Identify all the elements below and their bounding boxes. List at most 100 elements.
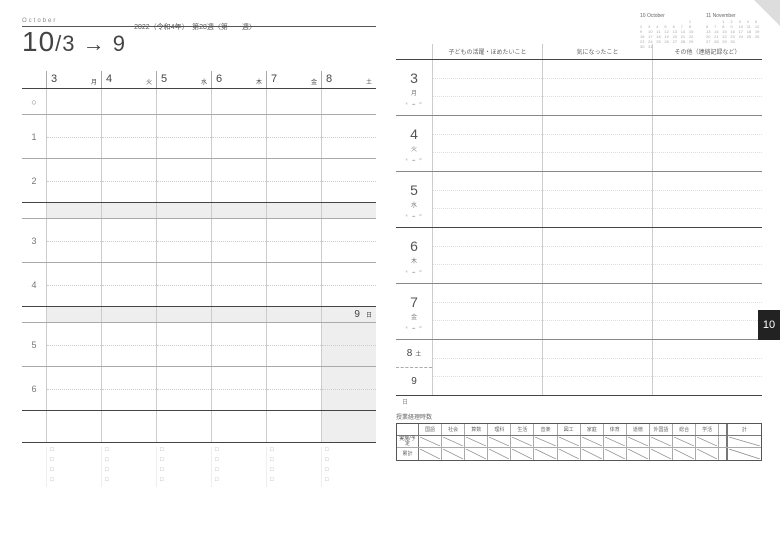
subject-cell[interactable] (627, 448, 650, 460)
period-cell[interactable] (211, 203, 266, 218)
period-cell[interactable] (101, 411, 156, 442)
period-cell[interactable] (211, 159, 266, 202)
subject-cell[interactable] (511, 436, 534, 447)
checkbox-cell[interactable]: □ (156, 457, 211, 467)
period-cell[interactable] (266, 263, 321, 306)
note-cell[interactable] (432, 116, 542, 171)
checkbox-cell[interactable]: □ (101, 467, 156, 477)
period-cell[interactable] (156, 219, 211, 262)
subject-cell[interactable] (696, 448, 719, 460)
period-cell[interactable] (156, 89, 211, 114)
period-cell[interactable] (101, 307, 156, 322)
checkbox-cell[interactable]: □ (266, 477, 321, 487)
subject-cell[interactable] (419, 436, 442, 447)
period-cell[interactable] (321, 219, 376, 262)
checkbox-cell[interactable]: □ (46, 447, 101, 457)
period-cell[interactable] (321, 89, 376, 114)
checkbox-cell[interactable]: □ (101, 477, 156, 487)
period-cell[interactable] (101, 203, 156, 218)
note-cell[interactable] (432, 228, 542, 283)
period-cell[interactable] (156, 367, 211, 410)
subject-cell[interactable] (488, 436, 511, 447)
subject-cell[interactable] (558, 436, 581, 447)
period-cell[interactable] (266, 411, 321, 442)
period-cell[interactable] (321, 263, 376, 306)
period-cell[interactable] (266, 367, 321, 410)
period-cell[interactable]: 9日 (321, 307, 376, 322)
checkbox-cell[interactable]: □ (46, 467, 101, 477)
period-cell[interactable] (46, 367, 101, 410)
note-cell[interactable] (542, 60, 652, 115)
checkbox-cell[interactable]: □ (101, 457, 156, 467)
period-cell[interactable] (46, 411, 101, 442)
subject-cell[interactable] (511, 448, 534, 460)
period-cell[interactable] (156, 411, 211, 442)
period-cell[interactable] (266, 203, 321, 218)
checkbox-cell[interactable]: □ (211, 447, 266, 457)
period-cell[interactable] (211, 115, 266, 158)
subject-cell[interactable] (627, 436, 650, 447)
subject-cell[interactable] (534, 436, 557, 447)
period-cell[interactable] (211, 323, 266, 366)
checkbox-cell[interactable]: □ (211, 457, 266, 467)
checkbox-cell[interactable]: □ (46, 477, 101, 487)
subject-cell[interactable] (558, 448, 581, 460)
subject-cell[interactable] (419, 448, 442, 460)
checkbox-cell[interactable]: □ (156, 447, 211, 457)
period-cell[interactable] (46, 159, 101, 202)
month-tab[interactable]: 10 (758, 310, 780, 340)
period-cell[interactable] (156, 115, 211, 158)
period-cell[interactable] (321, 159, 376, 202)
subject-cell[interactable] (442, 448, 465, 460)
period-cell[interactable] (46, 263, 101, 306)
period-cell[interactable] (156, 203, 211, 218)
period-cell[interactable] (156, 159, 211, 202)
period-cell[interactable] (211, 367, 266, 410)
subject-cell[interactable] (604, 436, 627, 447)
checkbox-cell[interactable]: □ (266, 457, 321, 467)
period-cell[interactable] (321, 367, 376, 410)
period-cell[interactable] (46, 203, 101, 218)
period-cell[interactable] (211, 219, 266, 262)
period-cell[interactable] (211, 263, 266, 306)
period-cell[interactable] (321, 411, 376, 442)
period-cell[interactable] (156, 323, 211, 366)
note-cell[interactable] (432, 284, 542, 339)
subject-cell[interactable] (465, 436, 488, 447)
checkbox-cell[interactable]: □ (266, 447, 321, 457)
period-cell[interactable] (101, 115, 156, 158)
note-cell[interactable] (542, 116, 652, 171)
period-cell[interactable] (321, 115, 376, 158)
subject-cell[interactable] (696, 436, 719, 447)
period-cell[interactable] (321, 323, 376, 366)
period-cell[interactable] (211, 307, 266, 322)
period-cell[interactable] (266, 323, 321, 366)
note-cell[interactable] (652, 228, 762, 283)
subject-cell[interactable] (604, 448, 627, 460)
subject-cell[interactable] (488, 448, 511, 460)
period-cell[interactable] (266, 115, 321, 158)
period-cell[interactable] (46, 219, 101, 262)
note-cell[interactable] (652, 284, 762, 339)
note-cell[interactable] (432, 172, 542, 227)
subject-cell[interactable] (581, 448, 604, 460)
subject-cell[interactable] (534, 448, 557, 460)
period-cell[interactable] (211, 89, 266, 114)
subject-cell[interactable] (442, 436, 465, 447)
checkbox-cell[interactable]: □ (321, 457, 376, 467)
period-cell[interactable] (101, 323, 156, 366)
period-cell[interactable] (211, 411, 266, 442)
checkbox-cell[interactable]: □ (156, 477, 211, 487)
period-cell[interactable] (266, 219, 321, 262)
period-cell[interactable] (321, 203, 376, 218)
period-cell[interactable] (266, 89, 321, 114)
subject-cell[interactable] (650, 436, 673, 447)
period-cell[interactable] (46, 307, 101, 322)
checkbox-cell[interactable]: □ (266, 467, 321, 477)
note-cell[interactable] (542, 228, 652, 283)
period-cell[interactable] (46, 323, 101, 366)
subject-cell[interactable] (465, 448, 488, 460)
note-cell[interactable] (652, 60, 762, 115)
subject-cell[interactable] (581, 436, 604, 447)
checkbox-cell[interactable]: □ (156, 467, 211, 477)
